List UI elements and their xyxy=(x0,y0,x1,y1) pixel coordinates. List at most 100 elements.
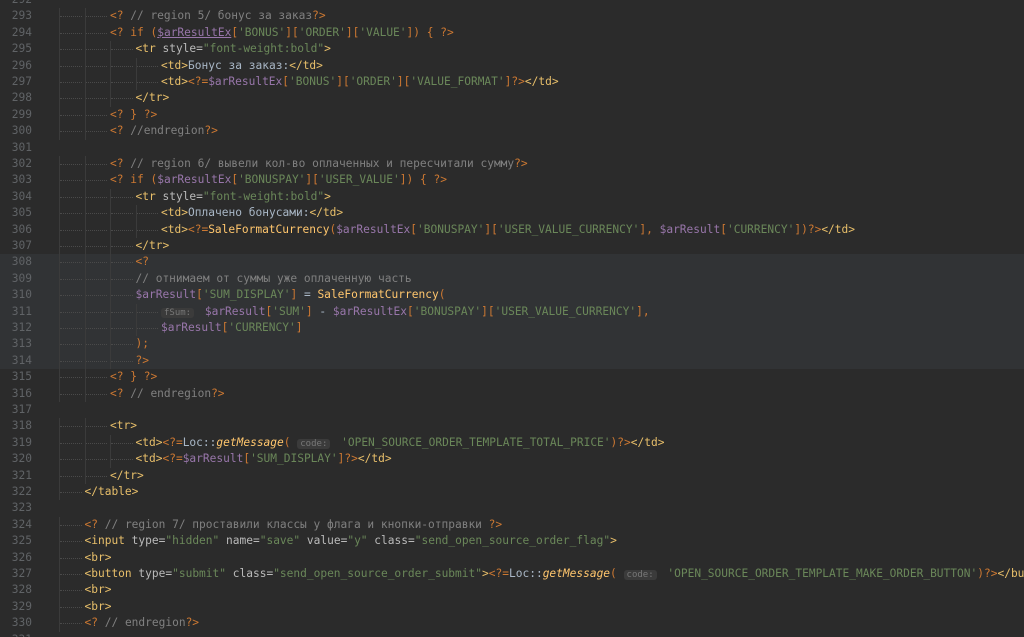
code-line[interactable]: 298 </tr> xyxy=(0,90,1024,108)
code-text: <? } ?> xyxy=(110,370,158,384)
indent-guides xyxy=(59,451,136,468)
line-number: 330 xyxy=(11,616,32,630)
indent-guides xyxy=(59,270,136,288)
code-line[interactable]: 312 $arResult['CURRENCY'] xyxy=(0,320,1024,337)
code-line[interactable]: 307 </tr> xyxy=(0,238,1024,255)
code-text: <td><?=SaleFormatCurrency($arResultEx['B… xyxy=(161,222,856,236)
indent-guides xyxy=(59,287,136,304)
code-line[interactable]: 327 <button type="submit" class="send_ope… xyxy=(0,566,1024,583)
code-line[interactable]: 319 <td><?=Loc::getMessage( code: 'OPEN_S… xyxy=(0,434,1024,452)
code-text: <button type="submit" class="send_open_s… xyxy=(84,567,1024,580)
code-line[interactable]: 313); xyxy=(0,336,1024,354)
code-text: <? // region 5/ бонус за заказ?> xyxy=(110,9,326,23)
code-line[interactable]: 296 <td>Бонус за заказ:</td> xyxy=(0,57,1024,75)
code-text: <tr style="font-weight:bold"> xyxy=(135,42,331,56)
line-number: 322 xyxy=(11,485,32,498)
line-number: 294 xyxy=(11,25,32,39)
code-line[interactable]: 295 <tr style="font-weight:bold"> xyxy=(0,41,1024,58)
code-line[interactable]: 330 <? // endregion?> xyxy=(0,615,1024,632)
line-number: 298 xyxy=(11,91,32,105)
code-line[interactable]: 320 <td><?=$arResult['SUM_DISPLAY']?></td… xyxy=(0,451,1024,468)
code-line[interactable]: 299 <? } ?> xyxy=(0,106,1024,124)
code-line[interactable]: 328 <br> xyxy=(0,582,1024,600)
line-number: 324 xyxy=(11,517,32,531)
code-text: <br> xyxy=(84,583,112,597)
line-number: 318 xyxy=(11,419,32,433)
indent-guides xyxy=(59,369,110,386)
code-line[interactable]: 314 ?> xyxy=(0,352,1024,370)
code-line[interactable]: 325 <input type="hidden" name="save" valu… xyxy=(0,533,1024,550)
code-line[interactable]: 318 <tr> xyxy=(0,418,1024,436)
indent-guides xyxy=(59,8,110,26)
line-number: 326 xyxy=(11,550,32,564)
line-number: 305 xyxy=(11,206,32,220)
code-line[interactable]: 310 $arResult['SUM_DISPLAY'] = SaleFormat… xyxy=(0,287,1024,304)
line-number: 304 xyxy=(11,189,32,203)
code-line[interactable]: 326 <br> xyxy=(0,549,1024,567)
code-line[interactable]: 292 xyxy=(0,0,1024,8)
code-line[interactable]: 323 xyxy=(0,500,1024,516)
indent-guides xyxy=(59,615,85,632)
line-number: 297 xyxy=(11,75,32,88)
indent-guides xyxy=(59,533,85,550)
code-line[interactable]: 331 xyxy=(0,632,1024,637)
line-number: 329 xyxy=(11,599,32,613)
code-text: <br> xyxy=(84,599,112,613)
code-line[interactable]: 302 <? // region 6/ вывели кол-во оплачен… xyxy=(0,156,1024,173)
code-line[interactable]: 321 </tr> xyxy=(0,467,1024,485)
code-text: <tr> xyxy=(110,419,137,433)
indent-guides xyxy=(59,598,85,616)
code-line[interactable]: 294 <? if ($arResultEx['BONUS']['ORDER'][… xyxy=(0,24,1024,42)
indent-guides xyxy=(59,90,136,108)
code-text: <? xyxy=(135,255,149,269)
line-number: 293 xyxy=(11,9,32,23)
code-text: </tr> xyxy=(135,91,170,105)
indent-guides xyxy=(59,549,85,567)
code-line[interactable]: 293 <? // region 5/ бонус за заказ?> xyxy=(0,8,1024,26)
line-number: 296 xyxy=(11,58,32,72)
line-number: 319 xyxy=(11,435,32,449)
code-line[interactable]: 305 <td>Оплачено бонусами:</td> xyxy=(0,205,1024,222)
code-line[interactable]: 297 <td><?=$arResultEx['BONUS']['ORDER'][… xyxy=(0,74,1024,91)
line-number: 302 xyxy=(11,157,32,170)
code-text: $arResult['SUM_DISPLAY'] = SaleFormatCur… xyxy=(135,288,446,302)
code-line[interactable]: 311 fSum: $arResult['SUM'] - $arResultEx[… xyxy=(0,303,1024,321)
line-number: 323 xyxy=(11,501,32,515)
line-number: 309 xyxy=(11,271,32,285)
code-line[interactable]: 309 // отнимаем от суммы уже оплаченную ч… xyxy=(0,270,1024,288)
line-number: 325 xyxy=(11,534,32,548)
indent-guides xyxy=(59,106,110,124)
code-line[interactable]: 324 <? // region 7/ проставили классы у ф… xyxy=(0,516,1024,534)
code-text: <tr style="font-weight:bold"> xyxy=(135,189,331,203)
indent-guides xyxy=(59,188,136,206)
code-line[interactable]: 329 <br> xyxy=(0,598,1024,616)
code-text: $arResult['CURRENCY'] xyxy=(161,321,303,334)
code-line[interactable]: 316 <? // endregion?> xyxy=(0,385,1024,403)
code-text: <? } ?> xyxy=(110,107,158,121)
code-text: </tr> xyxy=(110,468,144,482)
code-text: <input type="hidden" name="save" value="… xyxy=(84,534,617,548)
indent-guides xyxy=(59,172,110,190)
code-line[interactable]: 322 </table> xyxy=(0,484,1024,501)
code-line[interactable]: 308 <? xyxy=(0,254,1024,272)
code-line[interactable]: 306 <td><?=SaleFormatCurrency($arResultEx… xyxy=(0,221,1024,239)
indent-guides xyxy=(59,336,136,354)
line-number: 299 xyxy=(11,107,32,121)
indent-guides xyxy=(59,24,110,42)
code-editor[interactable]: 292293<? // region 5/ бонус за заказ?>29… xyxy=(0,0,1024,637)
line-number: 300 xyxy=(11,124,32,138)
code-line[interactable]: 300 <? //endregion?> xyxy=(0,123,1024,140)
code-line[interactable]: 303 <? if ($arResultEx['BONUSPAY']['USER_… xyxy=(0,172,1024,190)
indent-guides xyxy=(59,385,110,403)
line-number: 316 xyxy=(11,386,32,400)
code-line[interactable]: 315 <? } ?> xyxy=(0,369,1024,386)
code-text: ?> xyxy=(135,353,149,367)
code-line[interactable]: 301 xyxy=(0,140,1024,156)
code-line[interactable]: 317 xyxy=(0,402,1024,418)
line-number: 308 xyxy=(11,255,32,269)
line-number: 311 xyxy=(11,304,32,318)
indent-guides xyxy=(59,303,161,321)
indent-guides xyxy=(59,254,136,272)
code-line[interactable]: 304 <tr style="font-weight:bold"> xyxy=(0,188,1024,206)
code-text: <td>Бонус за заказ:</td> xyxy=(161,58,323,72)
